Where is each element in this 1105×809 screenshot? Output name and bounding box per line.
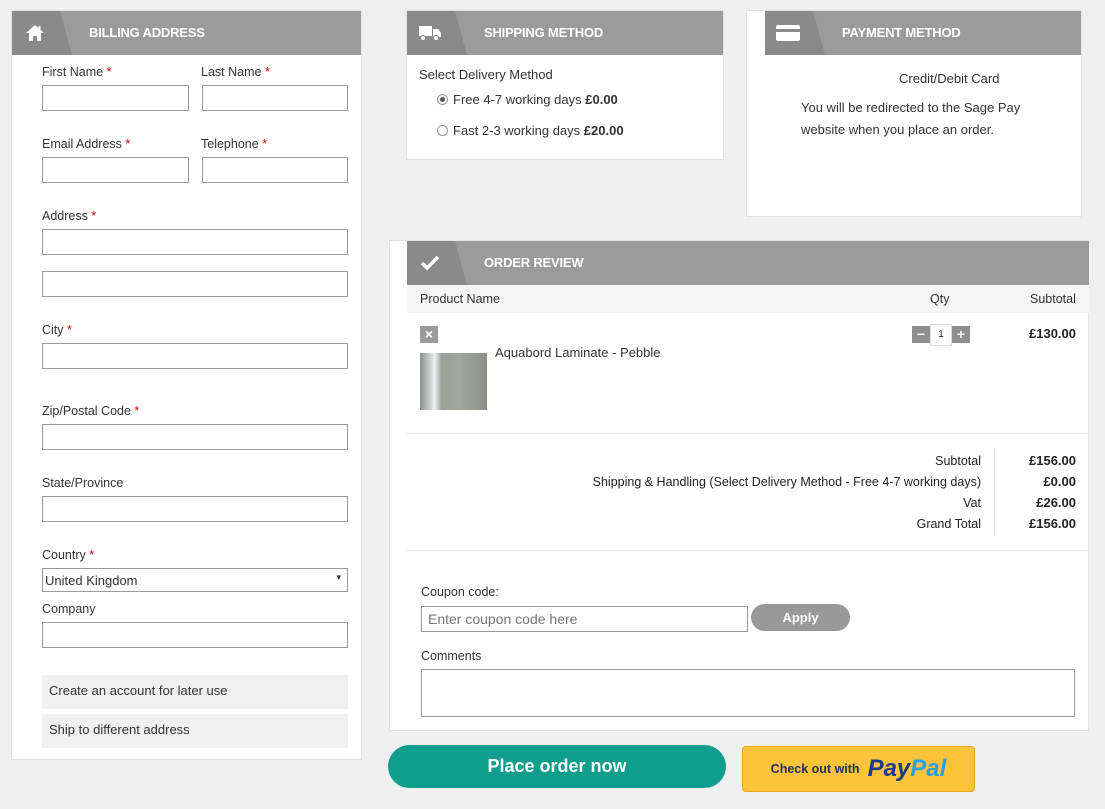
telephone-label: Telephone * <box>201 137 268 151</box>
checkmark-icon <box>407 241 467 285</box>
email-label: Email Address * <box>42 137 131 151</box>
order-review-header: ORDER REVIEW <box>407 241 1089 285</box>
totals-divider-bottom <box>407 550 1089 551</box>
delivery-fast-radio[interactable] <box>437 125 448 136</box>
product-name[interactable]: Aquabord Laminate - Pebble <box>495 345 661 360</box>
first-name-label: First Name * <box>42 65 112 79</box>
payment-note-line1: You will be redirected to the Sage Pay <box>801 100 1021 115</box>
delivery-free-label[interactable]: Free 4-7 working days £0.00 <box>453 92 618 107</box>
qty-decrease-button[interactable]: − <box>912 326 930 343</box>
credit-card-icon <box>765 11 825 55</box>
plus-icon: + <box>956 326 966 342</box>
qty-input[interactable]: 1 <box>930 324 952 346</box>
city-label: City * <box>42 323 72 337</box>
country-select[interactable]: United Kingdom ▾ <box>42 568 348 592</box>
billing-title: BILLING ADDRESS <box>89 25 205 40</box>
first-name-field[interactable] <box>42 85 189 111</box>
payment-title: PAYMENT METHOD <box>842 25 961 40</box>
payment-header: PAYMENT METHOD <box>765 11 1081 55</box>
delivery-method-label: Select Delivery Method <box>419 67 553 82</box>
shipping-title: SHIPPING METHOD <box>484 25 604 40</box>
country-value: United Kingdom <box>45 573 138 588</box>
totals-shipping-value: £0.00 <box>1043 474 1076 489</box>
delivery-fast-label[interactable]: Fast 2-3 working days £20.00 <box>453 123 624 138</box>
close-icon: × <box>424 326 434 342</box>
email-field[interactable] <box>42 157 189 183</box>
review-table-header <box>407 285 1089 313</box>
col-qty: Qty <box>930 292 950 306</box>
order-review-title: ORDER REVIEW <box>484 255 584 270</box>
totals-subtotal-label: Subtotal <box>935 454 981 468</box>
zip-label: Zip/Postal Code * <box>42 404 140 418</box>
zip-field[interactable] <box>42 424 348 450</box>
country-label: Country * <box>42 548 95 562</box>
payment-method-label: Credit/Debit Card <box>899 71 1000 86</box>
col-subtotal: Subtotal <box>1030 292 1076 306</box>
comments-label: Comments <box>421 649 482 663</box>
paypal-logo: PayPal <box>867 755 947 782</box>
place-order-button[interactable]: Place order now <box>388 745 726 788</box>
shipping-header: SHIPPING METHOD <box>407 11 723 55</box>
company-field[interactable] <box>42 622 348 648</box>
coupon-input[interactable] <box>421 606 748 632</box>
chevron-down-icon: ▾ <box>336 572 341 582</box>
totals-vat-label: Vat <box>963 496 981 510</box>
totals-vat-value: £26.00 <box>1036 495 1076 510</box>
coupon-label: Coupon code: <box>421 585 499 599</box>
ship-different-option[interactable]: Ship to different address <box>42 714 348 748</box>
city-field[interactable] <box>42 343 348 369</box>
paypal-prefix: Check out with <box>770 762 860 776</box>
last-name-label: Last Name * <box>201 65 270 79</box>
state-label: State/Province <box>42 476 124 490</box>
product-thumbnail <box>420 353 487 410</box>
address-label: Address * <box>42 209 97 223</box>
qty-increase-button[interactable]: + <box>952 326 970 343</box>
col-product-name: Product Name <box>420 292 500 306</box>
truck-icon <box>407 11 467 55</box>
totals-subtotal-value: £156.00 <box>1029 453 1076 468</box>
totals-vertical-divider <box>994 449 995 535</box>
totals-shipping-label: Shipping & Handling (Select Delivery Met… <box>592 475 981 489</box>
state-field[interactable] <box>42 496 348 522</box>
address-line1-field[interactable] <box>42 229 348 255</box>
delivery-free-radio[interactable] <box>437 94 448 105</box>
last-name-field[interactable] <box>202 85 348 111</box>
telephone-field[interactable] <box>202 157 348 183</box>
paypal-checkout-button[interactable]: Check out with PayPal <box>742 746 975 792</box>
minus-icon: − <box>916 326 926 342</box>
comments-textarea[interactable] <box>421 669 1075 717</box>
billing-header: BILLING ADDRESS <box>12 11 361 55</box>
company-label: Company <box>42 602 96 616</box>
home-icon <box>12 11 72 55</box>
create-account-option[interactable]: Create an account for later use <box>42 675 348 709</box>
totals-divider-top <box>407 433 1089 434</box>
totals-grand-value: £156.00 <box>1029 516 1076 531</box>
address-line2-field[interactable] <box>42 271 348 297</box>
totals-grand-label: Grand Total <box>916 517 981 531</box>
payment-note-line2: website when you place an order. <box>801 122 994 137</box>
item-subtotal: £130.00 <box>1029 326 1076 341</box>
remove-item-button[interactable]: × <box>420 326 438 343</box>
apply-coupon-button[interactable]: Apply <box>751 604 850 631</box>
